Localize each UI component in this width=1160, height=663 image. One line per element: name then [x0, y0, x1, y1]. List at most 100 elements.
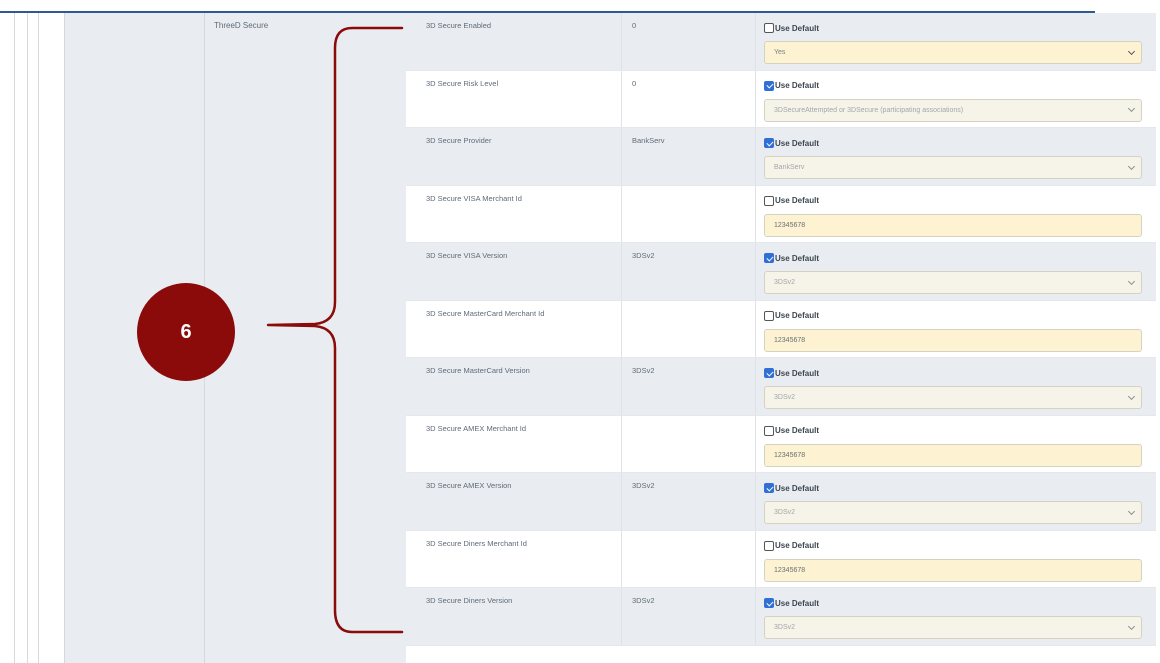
column-divider — [621, 185, 622, 242]
setting-select: 3DSv2 — [764, 501, 1142, 524]
chevron-down-icon — [1126, 272, 1136, 293]
column-divider — [621, 243, 622, 300]
column-divider — [621, 530, 622, 587]
use-default-checkbox[interactable] — [764, 253, 774, 263]
column-divider — [621, 588, 622, 645]
use-default-label: Use Default — [775, 368, 820, 378]
use-default-label: Use Default — [775, 81, 820, 90]
setting-name: 3D Secure Provider — [426, 136, 492, 145]
column-divider — [755, 70, 756, 127]
chevron-down-icon — [1126, 157, 1136, 178]
chevron-down-icon — [1126, 42, 1136, 63]
use-default-toggle[interactable]: Use Default — [764, 253, 819, 263]
column-divider — [755, 185, 756, 242]
use-default-label: Use Default — [775, 138, 820, 148]
use-default-checkbox[interactable] — [764, 310, 774, 321]
chevron-down-icon — [1126, 100, 1136, 121]
column-divider — [621, 358, 622, 415]
setting-name: 3D Secure VISA Merchant Id — [426, 193, 522, 203]
default-value: 3DSv2 — [632, 481, 655, 490]
column-divider — [621, 128, 622, 185]
setting-select: 3DSv2 — [764, 271, 1142, 294]
use-default-toggle[interactable]: Use Default — [764, 138, 819, 148]
config-row: 3D Secure MasterCard Merchant Id Use Defa… — [406, 300, 1156, 358]
column-divider — [755, 128, 756, 185]
use-default-checkbox[interactable] — [764, 138, 774, 148]
column-divider — [621, 300, 622, 357]
setting-name: 3D Secure MasterCard Version — [426, 366, 530, 375]
callout-number: 6 — [180, 320, 192, 343]
column-divider — [755, 415, 756, 472]
column-divider — [755, 13, 756, 70]
field-value: 12345678 — [774, 336, 806, 344]
default-value: BankServ — [632, 136, 665, 145]
column-divider — [621, 473, 622, 530]
use-default-toggle[interactable]: Use Default — [764, 598, 819, 608]
use-default-toggle[interactable]: Use Default — [764, 483, 819, 493]
field-value: 3DSv2 — [774, 509, 796, 516]
merchant-id-input[interactable]: 12345678 — [764, 213, 1142, 237]
use-default-checkbox[interactable] — [764, 598, 774, 608]
chevron-down-icon — [1126, 617, 1136, 638]
use-default-label: Use Default — [775, 541, 820, 550]
use-default-toggle[interactable]: Use Default — [764, 23, 819, 33]
use-default-toggle[interactable]: Use Default — [764, 195, 819, 206]
use-default-checkbox[interactable] — [764, 425, 774, 436]
use-default-checkbox[interactable] — [764, 483, 774, 493]
config-row: 3D Secure MasterCard Version 3DSv2 Use Def… — [406, 358, 1156, 416]
setting-name: 3D Secure Risk Level — [426, 78, 499, 88]
column-divider — [14, 13, 15, 663]
chevron-down-icon — [1126, 502, 1136, 523]
field-value: 3DSv2 — [774, 394, 796, 401]
setting-select: 3DSv2 — [764, 386, 1142, 409]
column-divider — [621, 13, 622, 70]
setting-name: 3D Secure Diners Version — [426, 596, 513, 605]
default-value: 0 — [632, 78, 637, 88]
use-default-label: Use Default — [775, 598, 820, 608]
use-default-checkbox[interactable] — [764, 80, 774, 91]
default-value: 3DSv2 — [632, 596, 655, 605]
default-value: 0 — [632, 21, 637, 30]
use-default-toggle[interactable]: Use Default — [764, 80, 820, 91]
setting-name: 3D Secure MasterCard Merchant Id — [426, 308, 545, 318]
field-value: 12345678 — [774, 221, 806, 229]
merchant-id-input[interactable]: 12345678 — [764, 443, 1142, 467]
column-divider — [621, 415, 622, 472]
use-default-toggle[interactable]: Use Default — [764, 310, 820, 321]
use-default-toggle[interactable]: Use Default — [764, 368, 819, 378]
setting-select[interactable]: Yes — [764, 41, 1142, 64]
setting-select: 3DSv2 — [764, 616, 1142, 639]
config-row: 3D Secure AMEX Version 3DSv2 Use Default 3D… — [406, 473, 1156, 531]
column-divider — [64, 13, 65, 663]
setting-select: BankServ — [764, 156, 1142, 179]
use-default-checkbox[interactable] — [764, 23, 774, 33]
field-value: 12345678 — [774, 451, 806, 459]
merchant-id-input[interactable]: 12345678 — [764, 558, 1142, 582]
setting-name: 3D Secure Diners Merchant Id — [426, 538, 527, 548]
use-default-toggle[interactable]: Use Default — [764, 425, 819, 436]
use-default-toggle[interactable]: Use Default — [764, 540, 820, 551]
setting-select: 3DSecureAttempted or 3DSecure (participa… — [764, 98, 1142, 122]
use-default-label: Use Default — [775, 253, 820, 263]
config-row: 3D Secure AMEX Merchant Id Use Default 123… — [406, 415, 1156, 473]
setting-name: 3D Secure AMEX Version — [426, 481, 512, 490]
config-row: 3D Secure Diners Version 3DSv2 Use Default… — [406, 588, 1156, 646]
config-row: 3D Secure Risk Level 0 Use Default 3DSecure… — [406, 70, 1156, 128]
use-default-label: Use Default — [775, 311, 820, 320]
field-value: 12345678 — [774, 566, 806, 574]
merchant-id-input[interactable]: 12345678 — [764, 328, 1142, 352]
config-rows: 3D Secure Enabled 0 Use Default Yes 3D Secur… — [406, 13, 1156, 646]
column-divider — [27, 13, 28, 663]
use-default-checkbox[interactable] — [764, 540, 774, 551]
config-row: 3D Secure VISA Merchant Id Use Default 123… — [406, 185, 1156, 243]
config-row: 3D Secure Diners Merchant Id Use Default 1… — [406, 530, 1156, 588]
default-value: 3DSv2 — [632, 366, 655, 375]
setting-name: 3D Secure Enabled — [426, 21, 492, 30]
column-divider — [755, 358, 756, 415]
use-default-checkbox[interactable] — [764, 195, 774, 206]
column-divider — [755, 588, 756, 645]
use-default-checkbox[interactable] — [764, 368, 774, 378]
field-value: BankServ — [774, 164, 805, 171]
callout-number-badge: 6 — [137, 283, 235, 381]
column-divider — [621, 70, 622, 127]
